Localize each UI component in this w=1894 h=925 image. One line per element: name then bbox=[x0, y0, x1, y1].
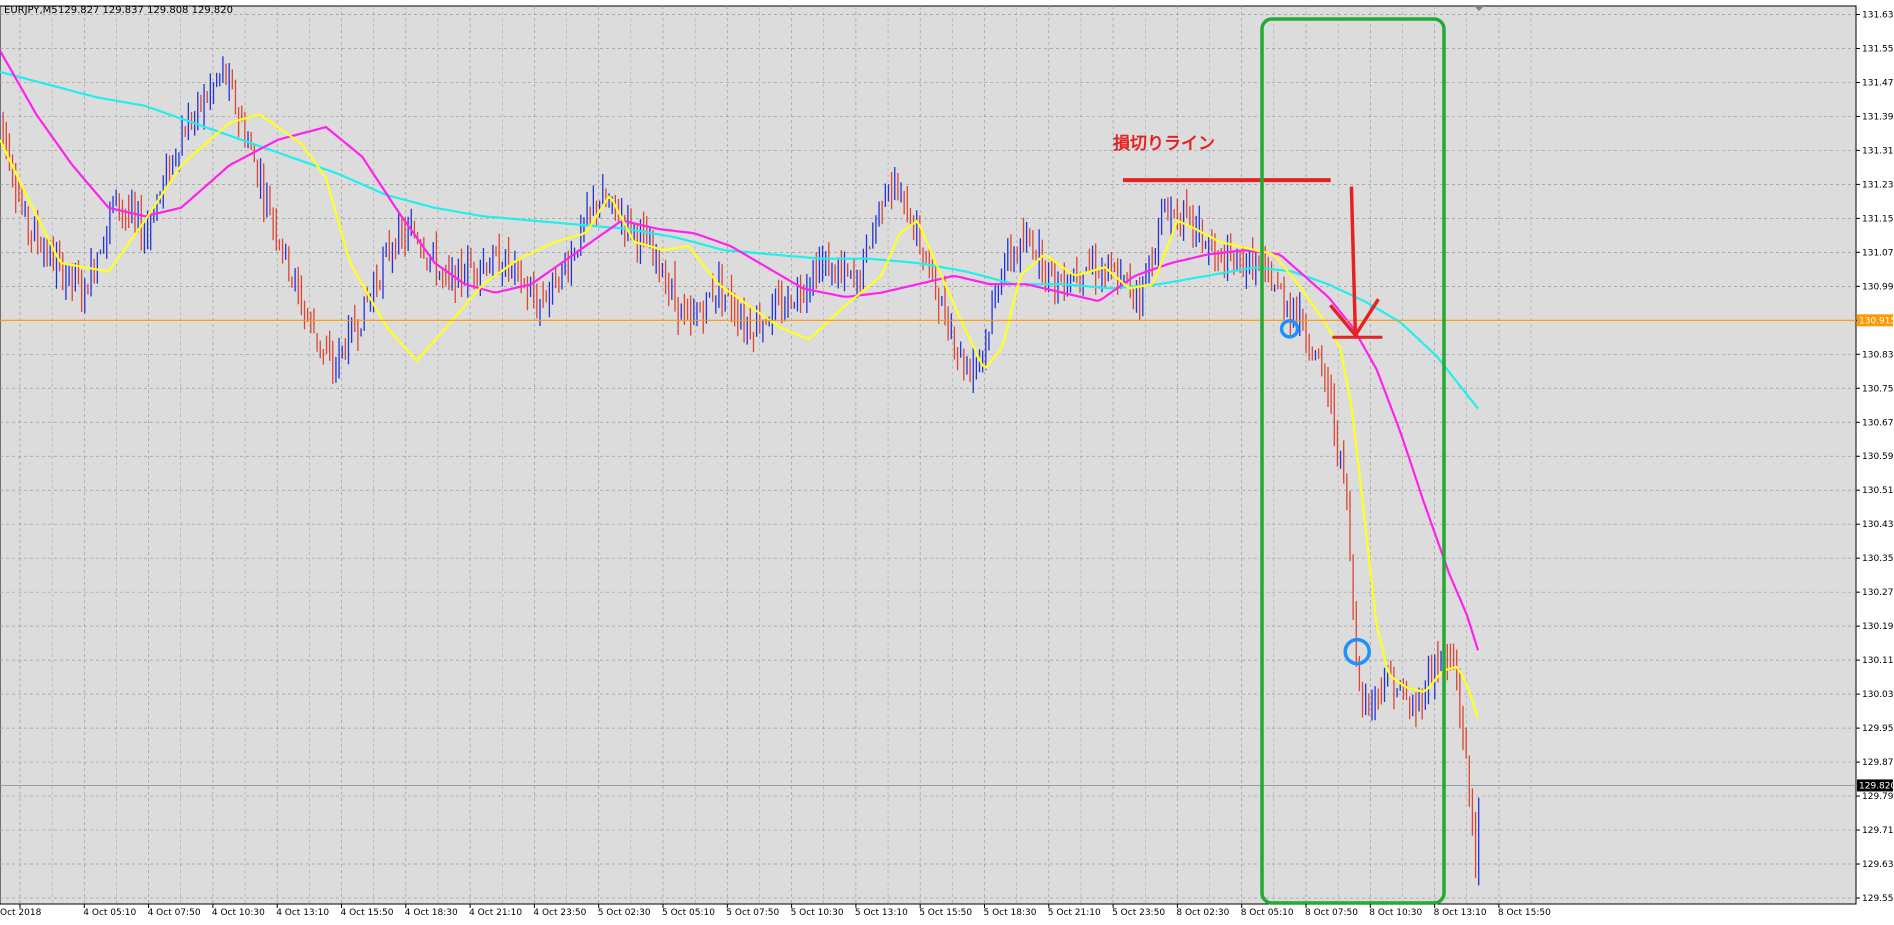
x-tick-label: 4 Oct 05:10 bbox=[83, 908, 136, 918]
y-tick-label: 129.955 bbox=[1862, 724, 1894, 734]
y-tick-label: 131.075 bbox=[1862, 248, 1894, 258]
y-tick-label: 131.155 bbox=[1862, 214, 1894, 224]
y-tick-label: 131.555 bbox=[1862, 44, 1894, 54]
price-tag-label: 130.915 bbox=[1859, 316, 1894, 326]
y-tick-label: 130.595 bbox=[1862, 452, 1894, 462]
x-tick-label: 4 Oct 07:50 bbox=[148, 908, 201, 918]
y-tick-label: 131.635 bbox=[1862, 10, 1894, 20]
y-tick-label: 129.715 bbox=[1862, 826, 1894, 836]
x-tick-label: 5 Oct 05:10 bbox=[662, 908, 715, 918]
x-tick-label: 4 Oct 13:10 bbox=[276, 908, 329, 918]
x-tick-label: Oct 2018 bbox=[0, 908, 42, 918]
x-tick-label: 5 Oct 07:50 bbox=[726, 908, 779, 918]
y-tick-label: 130.755 bbox=[1862, 384, 1894, 394]
y-tick-label: 129.875 bbox=[1862, 758, 1894, 768]
y-tick-label: 130.675 bbox=[1862, 418, 1894, 428]
chart-window[interactable]: 131.635 131.555 131.475 131.395 131.315 131.2… bbox=[0, 0, 1894, 925]
x-tick-label: 5 Oct 18:30 bbox=[984, 908, 1037, 918]
y-tick-label: 129.555 bbox=[1862, 894, 1894, 904]
y-tick-label: 131.475 bbox=[1862, 78, 1894, 88]
chart-header: EURJPY,M5 129.827 129.837 129.808 129.82… bbox=[4, 5, 233, 16]
x-tick-label: 5 Oct 02:30 bbox=[598, 908, 651, 918]
y-tick-label: 131.235 bbox=[1862, 180, 1894, 190]
symbol-label: EURJPY,M5 bbox=[4, 5, 58, 16]
y-tick-label: 130.195 bbox=[1862, 622, 1894, 632]
x-tick-label: 4 Oct 15:50 bbox=[341, 908, 394, 918]
stop-loss-label: 損切りライン bbox=[1113, 133, 1215, 154]
y-tick-label: 130.995 bbox=[1862, 282, 1894, 292]
x-tick-label: 8 Oct 15:50 bbox=[1498, 908, 1551, 918]
y-tick-label: 131.315 bbox=[1862, 146, 1894, 156]
y-tick-label: 131.395 bbox=[1862, 112, 1894, 122]
y-tick-label: 130.115 bbox=[1862, 656, 1894, 666]
x-tick-label: 8 Oct 10:30 bbox=[1369, 908, 1422, 918]
price-tag-label: 129.820 bbox=[1859, 781, 1894, 791]
y-tick-label: 130.515 bbox=[1862, 486, 1894, 496]
y-tick-label: 129.795 bbox=[1862, 792, 1894, 802]
y-tick-label: 129.635 bbox=[1862, 860, 1894, 870]
price-chart[interactable]: 131.635 131.555 131.475 131.395 131.315 131.2… bbox=[0, 0, 1894, 925]
x-tick-label: 5 Oct 21:10 bbox=[1048, 908, 1101, 918]
x-tick-label: 4 Oct 10:30 bbox=[212, 908, 265, 918]
x-tick-label: 8 Oct 05:10 bbox=[1241, 908, 1294, 918]
y-tick-label: 130.355 bbox=[1862, 554, 1894, 564]
y-tick-label: 130.835 bbox=[1862, 350, 1894, 360]
x-tick-label: 5 Oct 15:50 bbox=[919, 908, 972, 918]
x-tick-label: 4 Oct 23:50 bbox=[533, 908, 586, 918]
x-tick-label: 5 Oct 13:10 bbox=[855, 908, 908, 918]
y-tick-label: 130.275 bbox=[1862, 588, 1894, 598]
x-tick-label: 5 Oct 10:30 bbox=[791, 908, 844, 918]
x-tick-label: 8 Oct 07:50 bbox=[1305, 908, 1358, 918]
y-tick-label: 130.435 bbox=[1862, 520, 1894, 530]
y-tick-label: 130.035 bbox=[1862, 690, 1894, 700]
x-tick-label: 8 Oct 13:10 bbox=[1434, 908, 1487, 918]
x-tick-label: 5 Oct 23:50 bbox=[1112, 908, 1165, 918]
x-tick-label: 8 Oct 02:30 bbox=[1176, 908, 1229, 918]
ohlc-label: 129.827 129.837 129.808 129.820 bbox=[58, 5, 233, 16]
x-tick-label: 4 Oct 21:10 bbox=[469, 908, 522, 918]
x-tick-label: 4 Oct 18:30 bbox=[405, 908, 458, 918]
